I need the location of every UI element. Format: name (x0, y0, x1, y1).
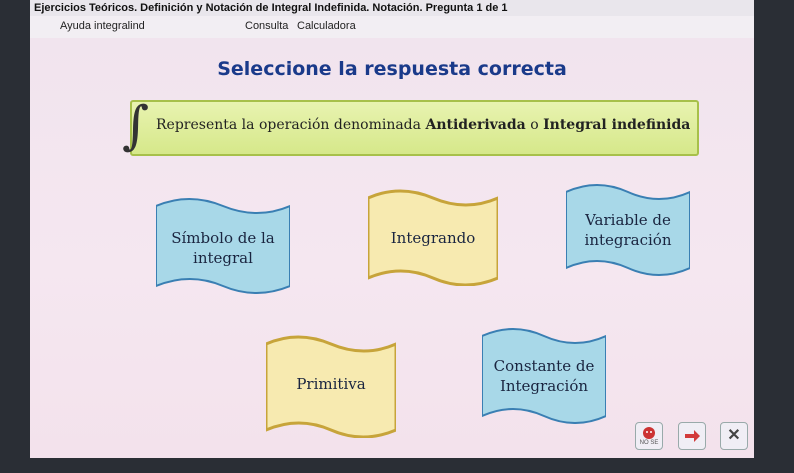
close-button[interactable]: ✕ (720, 422, 748, 450)
question-prefix: Representa la operación denominada (156, 117, 426, 133)
question-connector: o (525, 117, 544, 133)
option-primitiva[interactable]: Primitiva (266, 334, 396, 438)
question-text: Representa la operación denominada Antid… (156, 117, 690, 133)
integral-icon: ∫ (122, 96, 150, 156)
menu-item-consulta[interactable]: Consulta (245, 20, 288, 32)
option-integrando[interactable]: Integrando (368, 188, 498, 286)
help-button[interactable]: NO SE (635, 422, 663, 450)
option-label-line2: integración (584, 231, 672, 249)
option-simbolo-integral[interactable]: Símbolo de la integral (156, 196, 290, 294)
option-variable-integracion[interactable]: Variable de integración (566, 182, 690, 278)
question-term-antiderivada: Antiderivada (425, 117, 526, 133)
next-button[interactable] (678, 422, 706, 450)
close-icon: ✕ (727, 427, 741, 444)
option-label-line1: Constante de (493, 357, 595, 375)
option-constante-integracion[interactable]: Constante de Integración (482, 326, 606, 424)
question-term-integral: Integral indefinida (543, 117, 691, 133)
option-label-line2: integral (193, 249, 253, 267)
exercise-panel: Seleccione la respuesta correcta Represe… (30, 38, 754, 458)
screen: Ejercicios Teóricos. Definición y Notaci… (0, 0, 794, 473)
option-label-line2: Integración (499, 377, 589, 395)
page-title: Seleccione la respuesta correcta (217, 58, 567, 80)
option-label-line1: Variable de (585, 211, 671, 229)
option-label-line1: Símbolo de la (171, 229, 275, 247)
menu-bar: Ayuda integralind Consulta Calculadora (30, 16, 754, 38)
option-label-line1: Integrando (390, 229, 476, 247)
window-title: Ejercicios Teóricos. Definición y Notaci… (30, 0, 754, 16)
question-box: Representa la operación denominada Antid… (130, 100, 699, 156)
arrow-right-icon (685, 430, 700, 442)
menu-item-calculadora[interactable]: Calculadora (297, 20, 356, 32)
menu-item-ayuda[interactable]: Ayuda integralind (60, 20, 145, 32)
help-caption: NO SE (639, 440, 659, 446)
option-label-line1: Primitiva (296, 375, 366, 393)
